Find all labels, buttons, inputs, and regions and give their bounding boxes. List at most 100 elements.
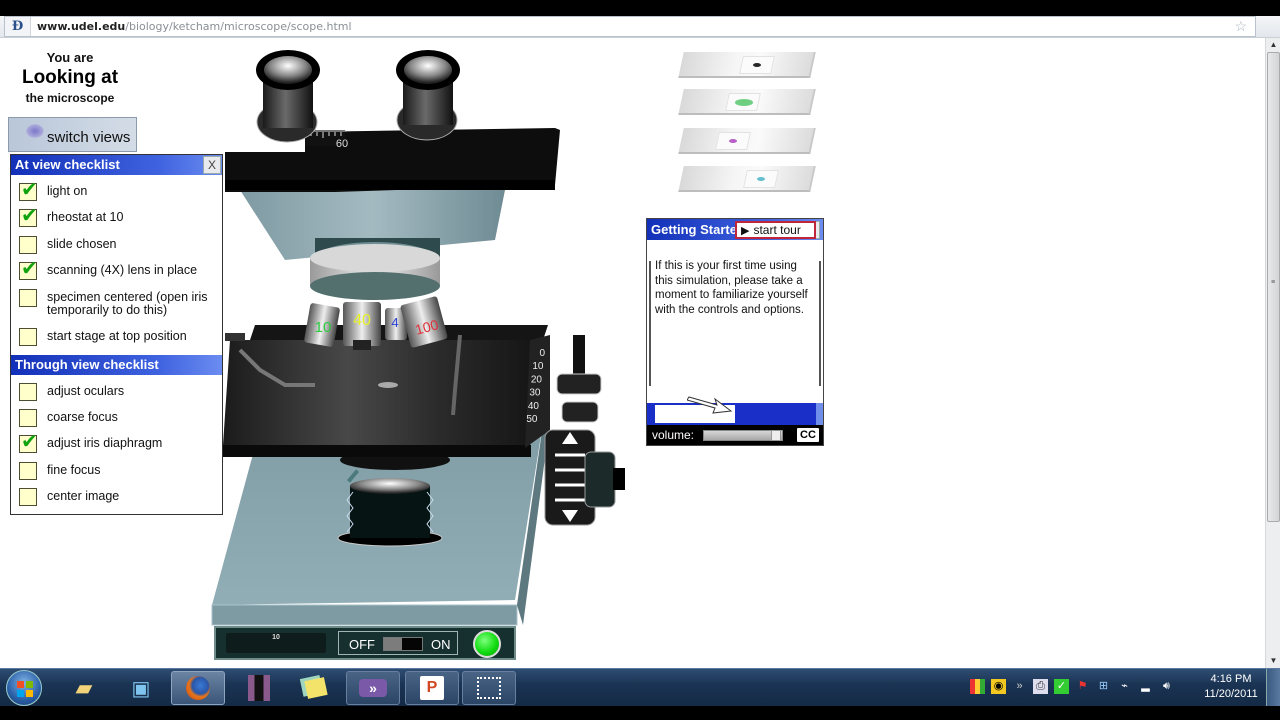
taskbar-powerpoint[interactable]: P [405, 671, 459, 705]
pointer-arrow-icon [687, 396, 733, 414]
scrollbar-thumb[interactable]: ≡ [1267, 52, 1280, 522]
volume-slider-knob[interactable] [770, 430, 781, 441]
switch-views-button[interactable]: switch views [8, 117, 137, 152]
taskbar-windows-explorer[interactable]: ▰ [57, 671, 111, 705]
stage-scale-tick-label: 20 [531, 374, 543, 385]
info-icon [248, 675, 270, 701]
at-view-checklist-item[interactable]: start stage at top position [19, 328, 217, 347]
on-label: ON [431, 637, 451, 652]
taskbar-visual-studio[interactable]: » [346, 671, 400, 705]
monitor-icon: ▣ [131, 677, 151, 700]
volume-slider[interactable] [703, 430, 783, 441]
screen-bottom-edge [0, 706, 1280, 720]
windows-taskbar: ▰ ▣ » P ◉ » ⎙ ✓ ⚑ ⊞ ⌁ ▂ 🔊︎ 4:16 PM 11/20… [0, 668, 1280, 707]
chat-icon[interactable]: » [1012, 679, 1027, 694]
action-center-flag-icon[interactable]: ⚑ [1075, 679, 1090, 694]
checklist-panel: At view checklist X ✔ light on ✔ rheostat a… [10, 154, 223, 515]
fine-focus-knob [584, 451, 616, 508]
folder-icon: ▰ [75, 675, 93, 700]
at-view-checklist-item[interactable]: ✔ light on [19, 177, 217, 201]
checklist-item-label: light on [47, 184, 88, 198]
toggle-knob[interactable] [384, 638, 402, 650]
clock-date: 11/20/2011 [1204, 688, 1258, 700]
objective-10x-label: 10 [315, 319, 332, 336]
power-toggle-switch[interactable] [383, 637, 423, 651]
stage-y-knob [561, 401, 599, 423]
through-view-checklist-item[interactable]: ✔ adjust iris diaphragm [19, 429, 217, 454]
objective-40x: 40 [343, 302, 381, 350]
power-indicator-light[interactable] [473, 630, 501, 658]
checkmark-shield-icon[interactable]: ✓ [1054, 679, 1069, 694]
checkbox[interactable] [19, 487, 37, 506]
taskbar-firefox[interactable] [171, 671, 225, 705]
url-field[interactable]: Ð www.udel.edu/biology/ketcham/microscop… [4, 16, 1256, 37]
interpupillary-scale-label: 60 [336, 138, 348, 150]
signal-icon[interactable]: ▂ [1138, 679, 1153, 694]
view-label-line1: You are [46, 50, 94, 65]
slide-green-specimen[interactable] [678, 89, 816, 115]
rheostat-dial[interactable]: 10 [226, 633, 326, 653]
at-view-checklist-item[interactable]: ✔ scanning (4X) lens in place [19, 256, 217, 281]
checklist-item-label: fine focus [47, 462, 101, 477]
url-domain: www.udel.edu [37, 20, 126, 33]
checklist-item-label: adjust iris diaphragm [47, 436, 163, 451]
vertical-scrollbar[interactable]: ▲ ≡ ▼ [1265, 38, 1280, 668]
start-tour-button[interactable]: ▶ start tour [735, 221, 816, 239]
checkbox[interactable]: ✔ [19, 177, 38, 201]
volume-icon[interactable]: 🔊︎ [1159, 679, 1174, 694]
network-icon[interactable]: ⊞ [1096, 679, 1111, 694]
checkmark-icon: ✔ [21, 429, 38, 454]
url-text[interactable]: www.udel.edu/biology/ketcham/microscope/… [31, 20, 352, 33]
taskbar-remote-desktop[interactable]: ▣ [114, 671, 168, 705]
through-view-checklist-item[interactable]: fine focus [19, 461, 217, 480]
color-app-icon[interactable] [970, 679, 985, 694]
checkbox[interactable] [19, 235, 37, 254]
taskbar-info-app[interactable] [232, 671, 286, 705]
at-view-checklist-item[interactable]: specimen centered (open iris temporarily… [19, 288, 217, 317]
slide-blue-specimen[interactable] [678, 166, 816, 192]
clock-time: 4:16 PM [1210, 673, 1252, 685]
through-view-checklist-item[interactable]: coarse focus [19, 409, 217, 428]
microscope-stage [223, 340, 535, 450]
stage-scale-tick-label: 50 [526, 414, 538, 425]
browser-top-bar [0, 0, 1280, 16]
through-view-checklist-item[interactable]: adjust oculars [19, 383, 217, 401]
start-button[interactable] [6, 670, 42, 706]
power-icon[interactable]: ⌁ [1117, 679, 1132, 694]
checkbox[interactable] [19, 288, 37, 307]
show-desktop-button[interactable] [1266, 669, 1280, 707]
checklist-item-label: scanning (4X) lens in place [47, 263, 198, 278]
screen: Ð www.udel.edu/biology/ketcham/microscop… [0, 0, 1280, 720]
through-view-checklist-item[interactable]: center image [19, 487, 217, 506]
snipping-tool-icon [477, 677, 501, 699]
checkbox[interactable] [19, 461, 37, 480]
printer-icon[interactable]: ⎙ [1033, 679, 1048, 694]
checkbox[interactable] [19, 383, 37, 401]
view-label-line2: Looking at [21, 67, 119, 88]
system-tray: ◉ » ⎙ ✓ ⚑ ⊞ ⌁ ▂ 🔊︎ [970, 679, 1174, 694]
scroll-down-arrow-icon[interactable]: ▼ [1266, 654, 1280, 668]
slide-letter-e[interactable] [678, 52, 816, 78]
bookmark-star-icon[interactable]: ☆ [1234, 18, 1247, 35]
checkbox[interactable]: ✔ [19, 203, 38, 228]
text-scrollbar-right[interactable] [819, 261, 821, 386]
system-clock[interactable]: 4:16 PM 11/20/2011 [1200, 672, 1262, 702]
getting-started-text: If this is your first time using this si… [655, 260, 808, 316]
game-controller-icon[interactable]: ◉ [991, 679, 1006, 694]
stage-scale-tick-label: 10 [532, 361, 544, 372]
checkbox[interactable]: ✔ [19, 256, 38, 281]
slide-purple-specimen[interactable] [678, 128, 816, 154]
at-view-checklist-item[interactable]: slide chosen [19, 235, 217, 254]
checkbox[interactable] [19, 409, 37, 428]
checkbox[interactable] [19, 328, 37, 347]
taskbar-sticky-notes[interactable] [289, 671, 343, 705]
taskbar-snipping-tool[interactable] [462, 671, 516, 705]
left-ocular [256, 50, 320, 143]
browser-address-bar: Ð www.udel.edu/biology/ketcham/microscop… [0, 16, 1280, 38]
at-view-checklist-item[interactable]: ✔ rheostat at 10 [19, 203, 217, 228]
objective-40x-label: 40 [353, 312, 371, 329]
scroll-up-arrow-icon[interactable]: ▲ [1266, 38, 1280, 52]
windows-logo-icon [17, 681, 33, 697]
closed-captions-button[interactable]: CC [795, 426, 821, 444]
checkbox[interactable]: ✔ [19, 429, 38, 454]
